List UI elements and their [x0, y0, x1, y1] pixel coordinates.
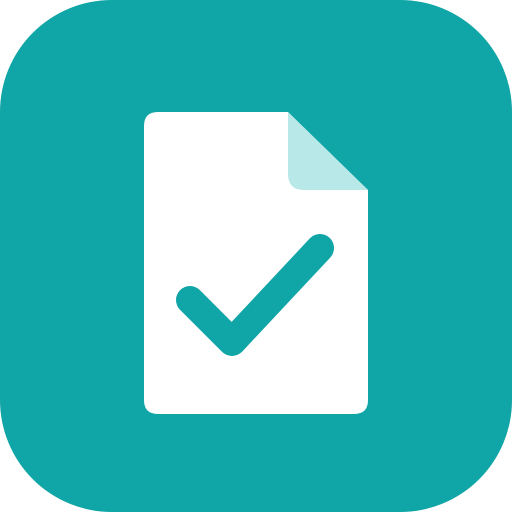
document-check-icon [0, 0, 512, 512]
app-icon[interactable] [0, 0, 512, 512]
